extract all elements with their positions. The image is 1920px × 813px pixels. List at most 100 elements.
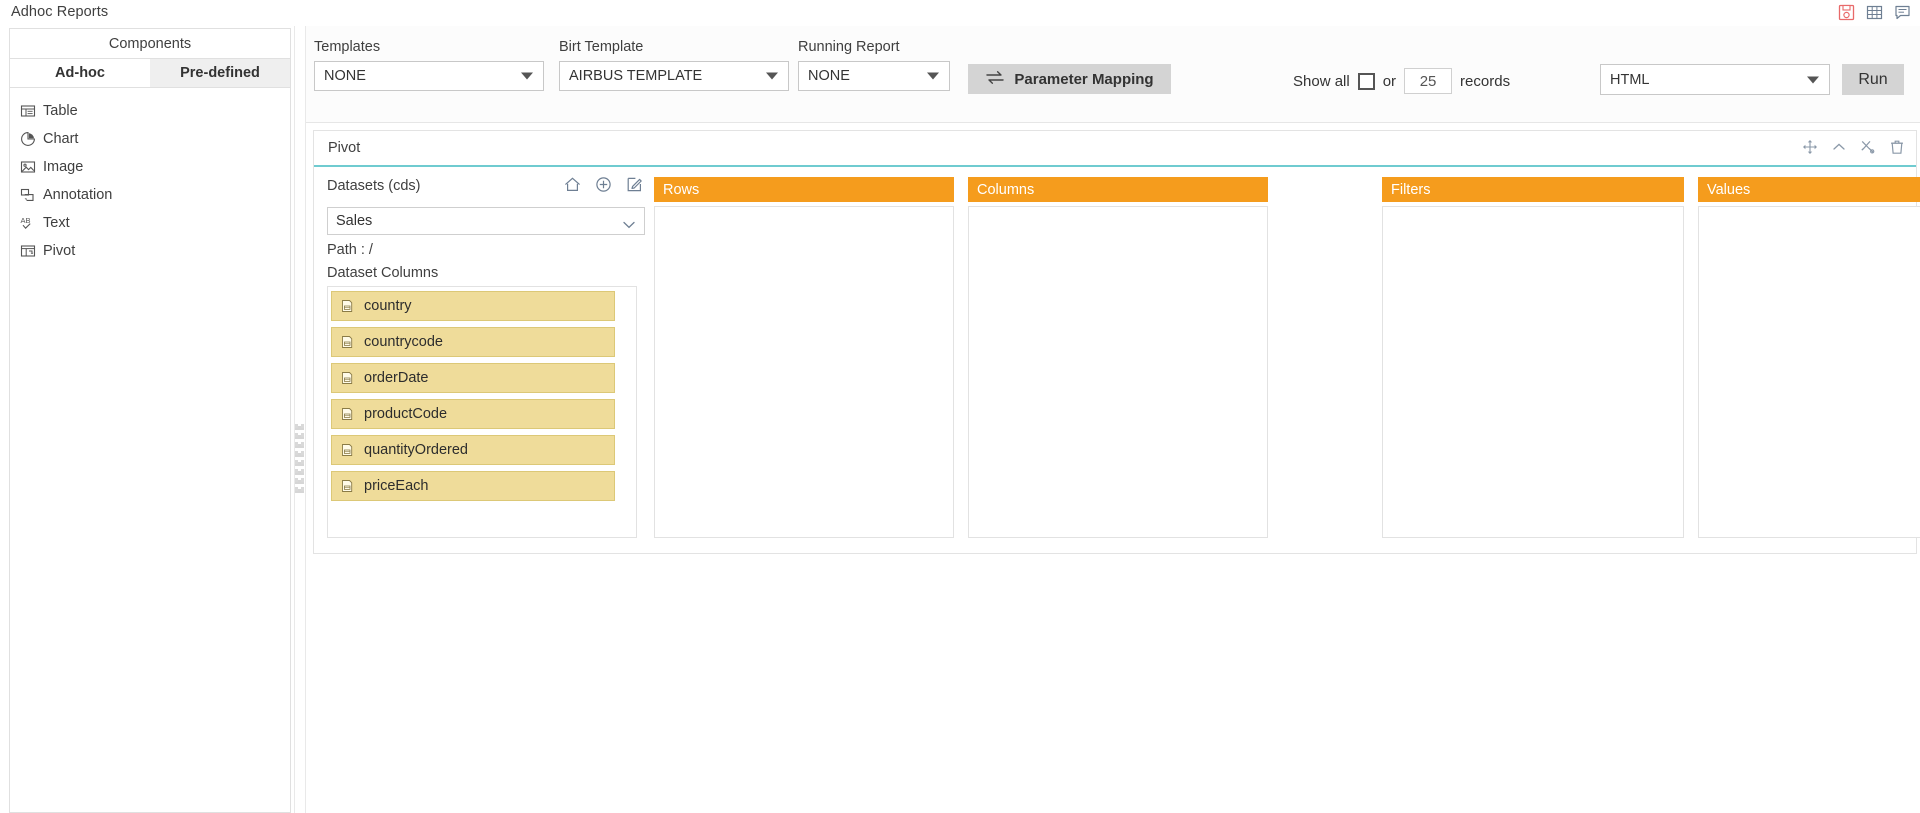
title-bar: Adhoc Reports (0, 0, 1920, 26)
svg-text:AB: AB (21, 216, 31, 225)
dataset-columns-list[interactable]: country countrycode orderDate productCod… (327, 286, 637, 538)
sidebar-resize-handle[interactable] (294, 420, 305, 500)
pivot-body: Datasets (cds) Sales Path: / Dataset Co… (314, 167, 1920, 553)
parameter-mapping-button[interactable]: Parameter Mapping (968, 64, 1171, 94)
sidebar-tabs: Ad-hoc Pre-defined (9, 59, 291, 88)
edit-icon[interactable] (626, 176, 643, 193)
run-label: Run (1858, 70, 1888, 88)
chevron-down-icon (1807, 76, 1819, 83)
dataset-action-icons (564, 176, 643, 193)
list-item[interactable]: countrycode (331, 327, 615, 357)
dataset-header-row: Datasets (cds) (327, 177, 645, 203)
sidebar-item-text[interactable]: AB Text (10, 209, 290, 237)
chevron-down-icon (927, 72, 939, 80)
column-field-icon (341, 371, 356, 385)
column-label: quantityOrdered (364, 442, 468, 458)
pivot-header: Pivot (314, 131, 1916, 167)
zone-body-columns[interactable] (968, 206, 1268, 538)
birt-template-field: Birt Template AIRBUS TEMPLATE (559, 39, 789, 91)
parameter-mapping-label: Parameter Mapping (1014, 70, 1154, 88)
titlebar-icon-group (1837, 3, 1912, 22)
column-label: priceEach (364, 478, 429, 494)
add-circle-icon[interactable] (595, 176, 612, 193)
drop-zone-columns: Columns (968, 177, 1268, 538)
birt-template-label: Birt Template (559, 39, 644, 55)
show-all-group: Show all or records (1293, 68, 1510, 94)
sidebar-item-pivot[interactable]: Pivot (10, 237, 290, 265)
delete-trash-icon[interactable] (1889, 139, 1905, 155)
sidebar-item-label: Pivot (43, 243, 76, 259)
records-label: records (1460, 72, 1511, 90)
chevron-down-icon (623, 217, 635, 229)
sidebar-item-label: Image (43, 159, 84, 175)
output-format-select[interactable]: HTML (1600, 64, 1830, 95)
templates-select[interactable]: NONE (314, 61, 544, 91)
drop-zone-values: Values (1698, 177, 1920, 538)
report-canvas-empty-area[interactable] (306, 554, 1920, 813)
grid-icon[interactable] (1865, 3, 1884, 22)
column-field-icon (341, 479, 356, 493)
sidebar-header: Components (9, 28, 291, 59)
pie-chart-icon (20, 131, 36, 147)
annotation-icon (20, 187, 36, 203)
zone-body-values[interactable] (1698, 206, 1920, 538)
components-sidebar: Components Ad-hoc Pre-defined Table Char… (0, 26, 299, 813)
sidebar-item-chart[interactable]: Chart (10, 125, 290, 153)
tab-pre-defined[interactable]: Pre-defined (150, 59, 290, 87)
dataset-panel: Datasets (cds) Sales Path: / Dataset Co… (327, 177, 645, 538)
column-field-icon (341, 407, 356, 421)
running-report-select[interactable]: NONE (798, 61, 950, 91)
templates-label: Templates (314, 39, 381, 55)
zone-header-values: Values (1698, 177, 1920, 202)
sidebar-item-annotation[interactable]: Annotation (10, 181, 290, 209)
list-item[interactable]: orderDate (331, 363, 615, 393)
save-report-icon[interactable] (1837, 3, 1856, 22)
list-item[interactable]: priceEach (331, 471, 615, 501)
list-item[interactable]: country (331, 291, 615, 321)
move-icon[interactable] (1802, 139, 1818, 155)
zone-body-rows[interactable] (654, 206, 954, 538)
comment-icon[interactable] (1893, 3, 1912, 22)
show-all-checkbox[interactable] (1357, 72, 1375, 90)
list-item[interactable]: quantityOrdered (331, 435, 615, 465)
datasets-label: Datasets (cds) (327, 178, 421, 194)
sidebar-item-label: Text (43, 215, 70, 231)
drop-zone-rows: Rows (654, 177, 954, 538)
or-label: or (1382, 72, 1397, 90)
records-input[interactable] (1404, 68, 1453, 94)
sidebar-item-image[interactable]: Image (10, 153, 290, 181)
chevron-down-icon (766, 72, 778, 80)
column-label: productCode (364, 406, 448, 422)
list-item[interactable]: productCode (331, 399, 615, 429)
zone-header-columns: Columns (968, 177, 1268, 202)
running-report-label: Running Report (798, 39, 900, 55)
pivot-widget: Pivot Datasets (cds) Sales Path: / Data… (313, 130, 1920, 554)
tools-icon[interactable] (1860, 139, 1876, 155)
birt-template-select[interactable]: AIRBUS TEMPLATE (559, 61, 789, 91)
chevron-down-icon (521, 72, 533, 80)
column-field-icon (341, 299, 356, 313)
zone-body-filters[interactable] (1382, 206, 1684, 538)
resize-grip-icon (295, 424, 304, 496)
swap-arrows-icon (985, 70, 1005, 89)
run-button[interactable]: Run (1842, 64, 1904, 95)
component-list: Table Chart Image Annotation AB Text Piv… (9, 88, 291, 813)
pivot-title: Pivot (328, 140, 361, 156)
templates-value: NONE (324, 68, 366, 84)
sidebar-item-table[interactable]: Table (10, 97, 290, 125)
column-label: country (364, 298, 412, 314)
home-icon[interactable] (564, 176, 581, 193)
pivot-icon (20, 243, 36, 259)
column-field-icon (341, 443, 356, 457)
tab-ad-hoc[interactable]: Ad-hoc (10, 59, 150, 87)
dataset-select[interactable]: Sales (327, 207, 645, 235)
image-icon (20, 159, 36, 175)
collapse-chevron-up-icon[interactable] (1831, 139, 1847, 155)
text-ab-icon: AB (20, 215, 36, 231)
show-all-label: Show all (1293, 72, 1350, 90)
sidebar-item-label: Table (43, 103, 78, 119)
sidebar-item-label: Annotation (43, 187, 113, 203)
dataset-columns-label: Dataset Columns (327, 265, 439, 281)
report-toolbar: Templates NONE Birt Template AIRBUS TEMP… (306, 26, 1920, 123)
column-label: orderDate (364, 370, 429, 386)
